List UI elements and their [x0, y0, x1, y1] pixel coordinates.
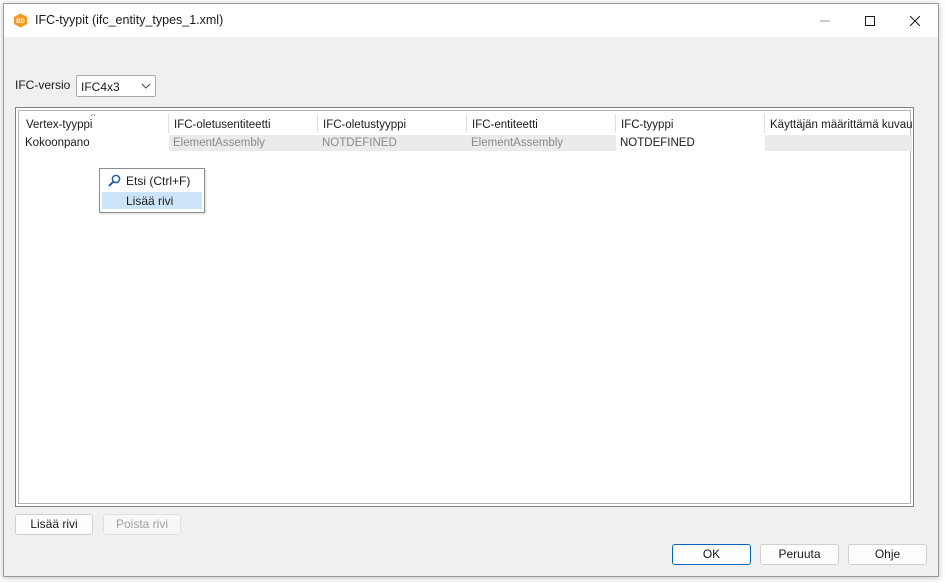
entity-type-grid[interactable]: Vertex-tyyppi ^ IFC-oletusentiteetti IFC… [15, 107, 914, 507]
column-header-user-description[interactable]: Käyttäjän määrittämä kuvaus [765, 114, 912, 133]
chevron-down-icon [141, 83, 151, 89]
maximize-button[interactable] [847, 4, 893, 37]
maximize-icon [865, 15, 875, 26]
svg-text:BD: BD [16, 19, 25, 25]
ifc-version-label: IFC-versio [15, 78, 71, 92]
context-menu: Etsi (Ctrl+F) Lisää rivi [99, 168, 205, 213]
dialog-window: BD IFC-tyypit (ifc_entity_types_1.xml) I… [3, 3, 939, 577]
menu-item-add-row[interactable]: Lisää rivi [102, 192, 202, 209]
column-header-default-type[interactable]: IFC-oletustyyppi [318, 114, 467, 133]
cell-entity: ElementAssembly [467, 135, 616, 151]
cell-vertex-type[interactable]: Kokoonpano [21, 135, 169, 151]
menu-item-find[interactable]: Etsi (Ctrl+F) [102, 172, 202, 189]
search-icon [108, 174, 121, 187]
minimize-button[interactable] [802, 4, 848, 37]
cell-user-description [765, 135, 912, 151]
ok-button[interactable]: OK [672, 544, 751, 565]
menu-item-add-row-label: Lisää rivi [126, 194, 174, 208]
close-icon [910, 15, 920, 26]
close-button[interactable] [892, 4, 938, 37]
cell-default-type: NOTDEFINED [318, 135, 467, 151]
column-header-default-entity[interactable]: IFC-oletusentiteetti [169, 114, 318, 133]
cancel-button[interactable]: Peruuta [760, 544, 839, 565]
remove-row-button[interactable]: Poista rivi [103, 514, 181, 535]
ifc-version-value: IFC4x3 [81, 80, 120, 94]
column-header-type[interactable]: IFC-tyyppi [616, 114, 765, 133]
sort-ascending-icon: ^ [91, 114, 96, 121]
column-header-entity[interactable]: IFC-entiteetti [467, 114, 616, 133]
menu-item-find-label: Etsi (Ctrl+F) [126, 174, 191, 188]
column-header-vertex-type[interactable]: Vertex-tyyppi ^ [21, 114, 169, 133]
ifc-version-select[interactable]: IFC4x3 [76, 75, 156, 97]
help-button[interactable]: Ohje [848, 544, 927, 565]
window-title: IFC-tyypit (ifc_entity_types_1.xml) [35, 13, 224, 27]
app-logo-icon: BD [14, 13, 27, 28]
cell-type[interactable]: NOTDEFINED [616, 135, 765, 151]
cell-default-entity: ElementAssembly [169, 135, 318, 151]
minimize-icon [820, 20, 830, 21]
add-row-button[interactable]: Lisää rivi [15, 514, 93, 535]
title-bar[interactable]: BD IFC-tyypit (ifc_entity_types_1.xml) [4, 4, 938, 37]
